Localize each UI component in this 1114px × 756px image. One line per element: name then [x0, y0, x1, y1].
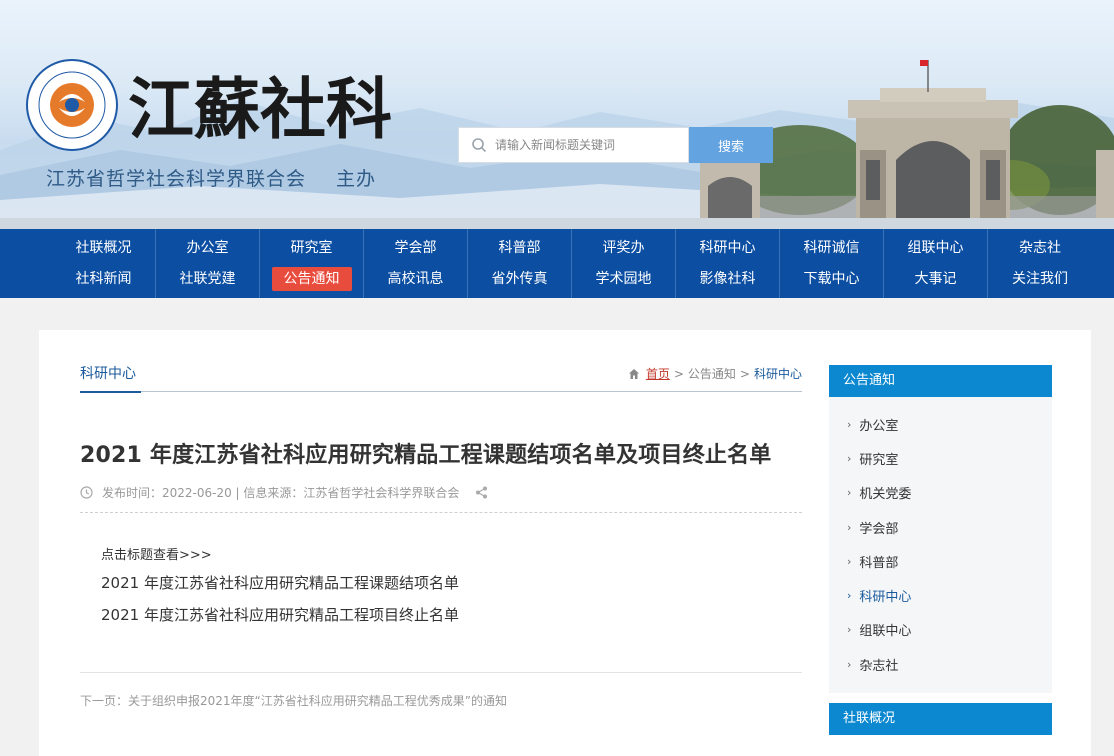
nav-link-academic[interactable]: 学术园地: [584, 267, 664, 291]
breadcrumb-sep: >: [739, 366, 750, 381]
sidebar-item-magazine[interactable]: › 杂志社: [829, 647, 1052, 681]
search-button[interactable]: 搜索: [689, 127, 773, 163]
host-label: 主办: [336, 168, 377, 190]
doc-link-completion-list[interactable]: 2021 年度江苏省社科应用研究精品工程课题结项名单: [101, 573, 459, 593]
nav-link-other-provinces[interactable]: 省外传真: [480, 267, 560, 291]
organizer-line: 江苏省哲学社会科学界联合会 主办: [46, 164, 376, 191]
chevron-right-icon: ›: [847, 451, 852, 465]
sidebar-heading-overview: 社联概况: [829, 703, 1052, 736]
chevron-right-icon: ›: [847, 657, 852, 671]
sidebar-item-label: 组联中心: [859, 624, 912, 640]
nav-link-society[interactable]: 学会部: [383, 236, 449, 260]
nav-link-party[interactable]: 社联党建: [168, 267, 248, 291]
click-hint: 点击标题查看>>>: [101, 548, 212, 563]
chevron-right-icon: ›: [847, 486, 852, 500]
nav-link-notices[interactable]: 公告通知: [271, 267, 352, 291]
chevron-right-icon: ›: [847, 417, 852, 431]
jiangsu-sheke-calligraphy: 江蘇社科: [128, 70, 392, 148]
nav-link-overview[interactable]: 社联概况: [64, 236, 144, 260]
meta-divider: [80, 512, 802, 513]
next-page-link[interactable]: 下一页：关于组织申报2021年度“江苏省社科应用研究精品工程优秀成果”的通知: [80, 694, 507, 708]
main-nav: 社联概况 社科新闻 办公室 社联党建 研究室 公告通知 学会部 高校讯息 科普部…: [0, 229, 1114, 298]
main-nav-inner: 社联概况 社科新闻 办公室 社联党建 研究室 公告通知 学会部 高校讯息 科普部…: [52, 229, 1092, 298]
breadcrumb-sep: >: [673, 366, 684, 381]
search-box[interactable]: [458, 127, 689, 163]
section-header: 科研中心 首页 > 公告通知 > 科研中心: [80, 360, 802, 393]
sidebar-item-label: 杂志社: [859, 658, 899, 674]
nav-link-popular-science[interactable]: 科普部: [487, 236, 553, 260]
nav-link-news[interactable]: 社科新闻: [64, 267, 144, 291]
breadcrumb-notices[interactable]: 公告通知: [688, 365, 736, 382]
article-meta: 发布时间：2022-06-20 | 信息来源：江苏省哲学社会科学界联合会: [80, 484, 488, 501]
nav-link-events[interactable]: 大事记: [903, 267, 969, 291]
nav-link-magazine[interactable]: 杂志社: [1007, 236, 1073, 260]
sidebar-item-party-committee[interactable]: › 机关党委: [829, 476, 1052, 510]
doc-link-termination-list[interactable]: 2021 年度江苏省社科应用研究精品工程项目终止名单: [101, 605, 459, 625]
article-title: 2021 年度江苏省社科应用研究精品工程课题结项名单及项目终止名单: [80, 443, 772, 468]
breadcrumb-home[interactable]: 首页: [646, 365, 670, 382]
nav-link-university[interactable]: 高校讯息: [376, 267, 456, 291]
nav-link-liaison[interactable]: 组联中心: [896, 236, 976, 260]
sidebar: 公告通知 › 办公室 › 研究室 › 机关党委 › 学会部 › 科普部 › 科研中心 › 组联…: [829, 365, 1052, 736]
nav-col-1: 社联概况 社科新闻: [52, 229, 156, 298]
nav-link-follow[interactable]: 关注我们: [1000, 267, 1080, 291]
sidebar-item-liaison[interactable]: › 组联中心: [829, 613, 1052, 647]
meta-text: 发布时间：2022-06-20 | 信息来源：江苏省哲学社会科学界联合会: [102, 486, 460, 500]
nav-link-research-center[interactable]: 科研中心: [688, 236, 768, 260]
sidebar-list: › 办公室 › 研究室 › 机关党委 › 学会部 › 科普部 › 科研中心 › 组联中心 › 杂…: [829, 397, 1052, 694]
sidebar-item-society[interactable]: › 学会部: [829, 510, 1052, 544]
section-title: 科研中心: [80, 363, 141, 393]
nav-link-download[interactable]: 下载中心: [792, 267, 872, 291]
header-banner: 江蘇社科 江苏省哲学社会科学界联合会 主办 搜索: [0, 0, 1114, 229]
breadcrumb: 首页 > 公告通知 > 科研中心: [628, 365, 802, 382]
sidebar-item-label: 研究室: [859, 452, 899, 468]
content-panel: 科研中心 首页 > 公告通知 > 科研中心 2021 年度江苏省社科应用研究精品…: [39, 330, 1091, 756]
nav-col-3: 研究室 公告通知: [260, 229, 364, 298]
sidebar-item-label: 科普部: [859, 555, 899, 571]
sidebar-item-label: 科研中心: [859, 590, 912, 606]
home-icon: [628, 368, 639, 379]
sidebar-item-label: 机关党委: [859, 487, 912, 503]
chevron-right-icon: ›: [847, 623, 852, 637]
chevron-right-icon: ›: [847, 589, 852, 603]
nav-link-integrity[interactable]: 科研诚信: [792, 236, 872, 260]
nav-col-5: 科普部 省外传真: [468, 229, 572, 298]
share-icon[interactable]: [475, 486, 488, 499]
nav-col-6: 评奖办 学术园地: [572, 229, 676, 298]
sidebar-item-office[interactable]: › 办公室: [829, 407, 1052, 441]
sidebar-item-label: 学会部: [859, 521, 899, 537]
nav-link-research-office[interactable]: 研究室: [279, 236, 345, 260]
clock-icon: [80, 486, 93, 499]
nav-col-2: 办公室 社联党建: [156, 229, 260, 298]
nav-link-office[interactable]: 办公室: [175, 236, 241, 260]
search-icon: [472, 138, 487, 153]
org-name: 江苏省哲学社会科学界联合会: [46, 168, 307, 190]
chevron-right-icon: ›: [847, 554, 852, 568]
chevron-right-icon: ›: [847, 520, 852, 534]
sidebar-item-label: 办公室: [859, 418, 899, 434]
sidebar-heading: 公告通知: [829, 365, 1052, 397]
article-body: 点击标题查看>>> 2021 年度江苏省社科应用研究精品工程课题结项名单 202…: [101, 544, 459, 637]
nav-col-9: 组联中心 大事记: [884, 229, 988, 298]
nav-link-awards[interactable]: 评奖办: [591, 236, 657, 260]
jssk-seal-logo: [26, 59, 118, 151]
nav-col-4: 学会部 高校讯息: [364, 229, 468, 298]
sidebar-item-research-center[interactable]: › 科研中心: [829, 578, 1052, 612]
svg-text:江蘇社科: 江蘇社科: [128, 70, 392, 148]
sidebar-item-research-office[interactable]: › 研究室: [829, 441, 1052, 475]
nav-col-7: 科研中心 影像社科: [676, 229, 780, 298]
search-input[interactable]: [495, 138, 680, 152]
nav-col-10: 杂志社 关注我们: [988, 229, 1092, 298]
sidebar-item-popular-science[interactable]: › 科普部: [829, 544, 1052, 578]
next-page: 下一页：关于组织申报2021年度“江苏省社科应用研究精品工程优秀成果”的通知: [80, 692, 507, 709]
nav-link-media[interactable]: 影像社科: [688, 267, 768, 291]
breadcrumb-current[interactable]: 科研中心: [754, 365, 802, 382]
nav-col-8: 科研诚信 下载中心: [780, 229, 884, 298]
footer-divider: [80, 672, 802, 673]
